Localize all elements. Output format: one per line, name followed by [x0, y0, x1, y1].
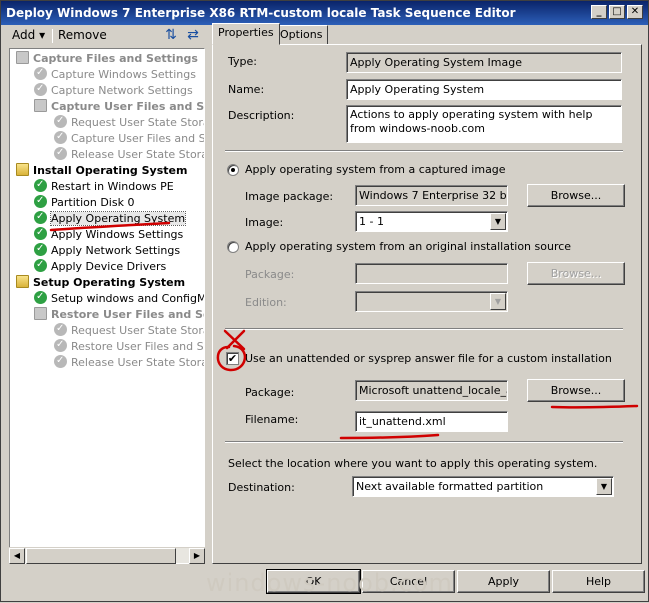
browse-underline: [550, 404, 639, 409]
red-annotations: [49, 221, 639, 440]
selected-item-underline: [49, 221, 171, 232]
checkbox-circle-annotation: [216, 344, 246, 372]
filename-underline: [339, 433, 440, 440]
tab-properties[interactable]: Properties: [212, 23, 280, 45]
task-sequence-editor-window: Deploy Windows 7 Enterprise X86 RTM-cust…: [0, 0, 649, 602]
